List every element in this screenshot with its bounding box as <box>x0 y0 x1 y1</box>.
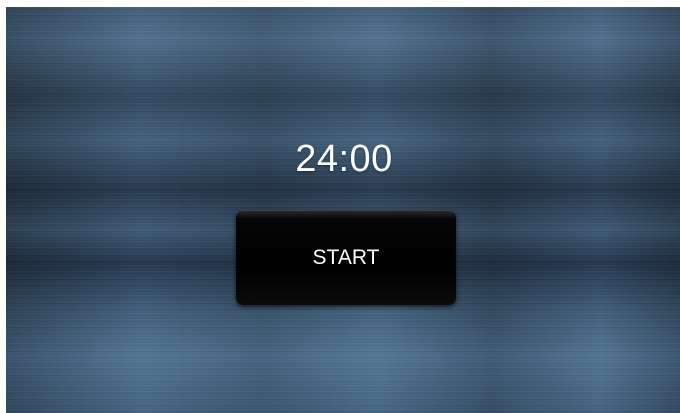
timer-display: 24:00 <box>295 138 393 180</box>
timer-screen: 24:00 START <box>6 7 680 413</box>
start-button-label: START <box>312 245 380 269</box>
start-button[interactable]: START <box>236 210 456 305</box>
